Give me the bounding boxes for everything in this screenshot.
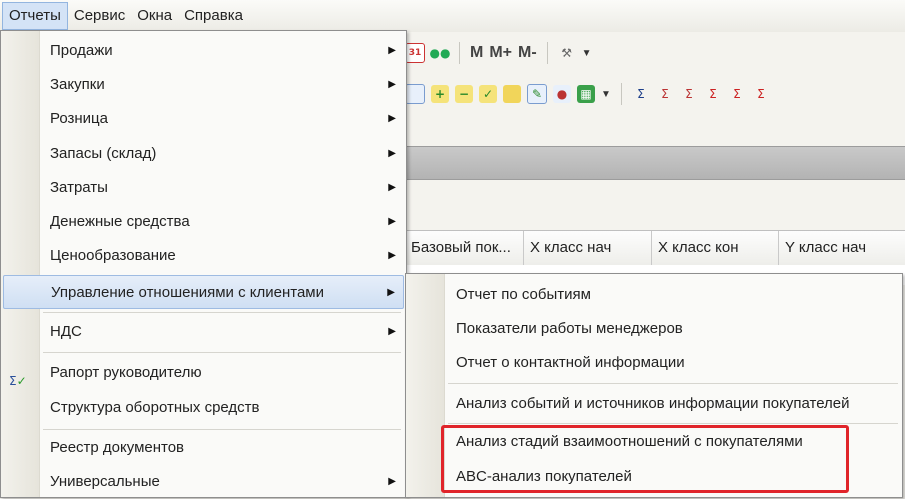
- menu-reports[interactable]: Отчеты: [2, 2, 68, 30]
- menu-item-pricing[interactable]: Ценообразование ▶: [3, 239, 404, 273]
- menu-separator: [448, 383, 898, 384]
- menu-item-label: НДС: [50, 323, 82, 340]
- menu-item-label: Управление отношениями с клиентами: [51, 284, 324, 301]
- memory-plus-button[interactable]: M+: [489, 44, 512, 62]
- reports-dropdown: Продажи ▶ Закупки ▶ Розница ▶ Запасы (ск…: [0, 30, 407, 498]
- panel-header-band: [405, 146, 905, 180]
- menu-item-label: Структура оборотных средств: [50, 399, 260, 416]
- menu-item-vat[interactable]: НДС ▶: [3, 315, 404, 349]
- submenu-item-label: Анализ событий и источников информации п…: [456, 395, 850, 412]
- menu-separator: [43, 352, 401, 353]
- highlight-frame: [441, 425, 849, 493]
- toolbar-bottom: + − ✓ ✎ ● ▦ ▼ Σ Σ Σ Σ Σ Σ: [405, 78, 770, 110]
- calendar-icon[interactable]: 31: [405, 43, 425, 63]
- menu-item-label: Универсальные: [50, 473, 160, 490]
- submenu-item-contact-info-report[interactable]: Отчет о контактной информации: [408, 346, 900, 380]
- submenu-item-label: Показатели работы менеджеров: [456, 320, 683, 337]
- menu-bar: Отчеты Сервис Окна Справка: [0, 0, 905, 32]
- menu-windows[interactable]: Окна: [131, 3, 178, 29]
- menu-item-document-register[interactable]: Реестр документов: [3, 431, 404, 465]
- coins-check-icon[interactable]: ✓: [479, 85, 497, 103]
- menu-separator: [448, 423, 898, 424]
- sigma-chart-icon[interactable]: Σ: [728, 85, 746, 103]
- submenu-arrow-icon: ▶: [388, 476, 396, 487]
- submenu-item-label: Отчет по событиям: [456, 286, 591, 303]
- menu-separator: [43, 312, 401, 313]
- menu-item-purchases[interactable]: Закупки ▶: [3, 68, 404, 102]
- submenu-arrow-icon: ▶: [388, 216, 396, 227]
- green-register-icon[interactable]: ▦: [577, 85, 595, 103]
- coins-stack-icon[interactable]: [503, 85, 521, 103]
- memory-button[interactable]: M: [470, 44, 483, 62]
- submenu-arrow-icon: ▶: [388, 326, 396, 337]
- menu-item-cash[interactable]: Денежные средства ▶: [3, 205, 404, 239]
- person-document-icon[interactable]: ●: [553, 85, 571, 103]
- remove-coins-icon[interactable]: −: [455, 85, 473, 103]
- document-icon[interactable]: [405, 84, 425, 104]
- wrench-icon[interactable]: ⚒: [558, 44, 576, 62]
- sigma-users-icon[interactable]: Σ: [680, 85, 698, 103]
- menu-item-costs[interactable]: Затраты ▶: [3, 171, 404, 205]
- toolbar-separator: [459, 42, 460, 64]
- document-edit-icon[interactable]: ✎: [527, 84, 547, 104]
- submenu-arrow-icon: ▶: [388, 182, 396, 193]
- menu-item-label: Рапорт руководителю: [50, 364, 202, 381]
- chevron-down-icon[interactable]: ▼: [582, 48, 592, 59]
- users-icon[interactable]: ●●: [430, 44, 451, 62]
- menu-item-label: Запасы (склад): [50, 145, 157, 162]
- sigma-report-icon[interactable]: Σ: [632, 85, 650, 103]
- menu-item-label: Затраты: [50, 179, 108, 196]
- submenu-item-label: Отчет о контактной информации: [456, 354, 685, 371]
- menu-service[interactable]: Сервис: [68, 3, 131, 29]
- menu-item-working-capital[interactable]: Структура оборотных средств: [3, 391, 404, 425]
- menu-item-label: Ценообразование: [50, 247, 176, 264]
- menu-item-crm[interactable]: Управление отношениями с клиентами ▶: [3, 275, 404, 309]
- submenu-arrow-icon: ▶: [388, 250, 396, 261]
- memory-minus-button[interactable]: M-: [518, 44, 537, 62]
- submenu-arrow-icon: ▶: [387, 287, 395, 298]
- submenu-arrow-icon: ▶: [388, 45, 396, 56]
- menu-item-label: Денежные средства: [50, 213, 190, 230]
- menu-item-inventory[interactable]: Запасы (склад) ▶: [3, 137, 404, 171]
- column-header[interactable]: X класс нач: [524, 231, 652, 265]
- sigma-user-icon[interactable]: Σ: [656, 85, 674, 103]
- submenu-arrow-icon: ▶: [388, 79, 396, 90]
- submenu-item-manager-kpi[interactable]: Показатели работы менеджеров: [408, 312, 900, 346]
- toolbar-separator: [546, 42, 548, 64]
- chevron-down-icon[interactable]: ▼: [601, 89, 611, 100]
- menu-item-retail[interactable]: Розница ▶: [3, 102, 404, 136]
- menu-item-label: Реестр документов: [50, 439, 185, 456]
- menu-separator: [43, 429, 401, 430]
- submenu-item-events-report[interactable]: Отчет по событиям: [408, 278, 900, 312]
- menu-item-label: Закупки: [50, 76, 105, 93]
- toolbar-separator: [620, 83, 622, 105]
- report-sigma-check-icon: Σ✓: [9, 374, 27, 388]
- menu-help[interactable]: Справка: [178, 3, 249, 29]
- submenu-arrow-icon: ▶: [388, 148, 396, 159]
- menu-item-manager-report[interactable]: Σ✓ Рапорт руководителю: [3, 356, 404, 390]
- submenu-item-events-sources-analysis[interactable]: Анализ событий и источников информации п…: [408, 387, 900, 421]
- column-header[interactable]: Базовый пок...: [405, 231, 524, 265]
- sigma-stop-icon[interactable]: Σ: [752, 85, 770, 103]
- table-header: Базовый пок... X класс нач X класс кон Y…: [405, 230, 905, 266]
- column-header[interactable]: Y класс нач: [779, 231, 905, 265]
- menu-item-universal[interactable]: Универсальные ▶: [3, 465, 404, 499]
- menu-item-sales[interactable]: Продажи ▶: [3, 34, 404, 68]
- toolbar-top: 31 ●● M M+ M- ⚒ ▼: [405, 37, 592, 69]
- submenu-arrow-icon: ▶: [388, 113, 396, 124]
- menu-item-label: Продажи: [50, 42, 113, 59]
- add-coins-icon[interactable]: +: [431, 85, 449, 103]
- menu-item-label: Розница: [50, 110, 108, 127]
- sigma-flag-icon[interactable]: Σ: [704, 85, 722, 103]
- column-header[interactable]: X класс кон: [652, 231, 779, 265]
